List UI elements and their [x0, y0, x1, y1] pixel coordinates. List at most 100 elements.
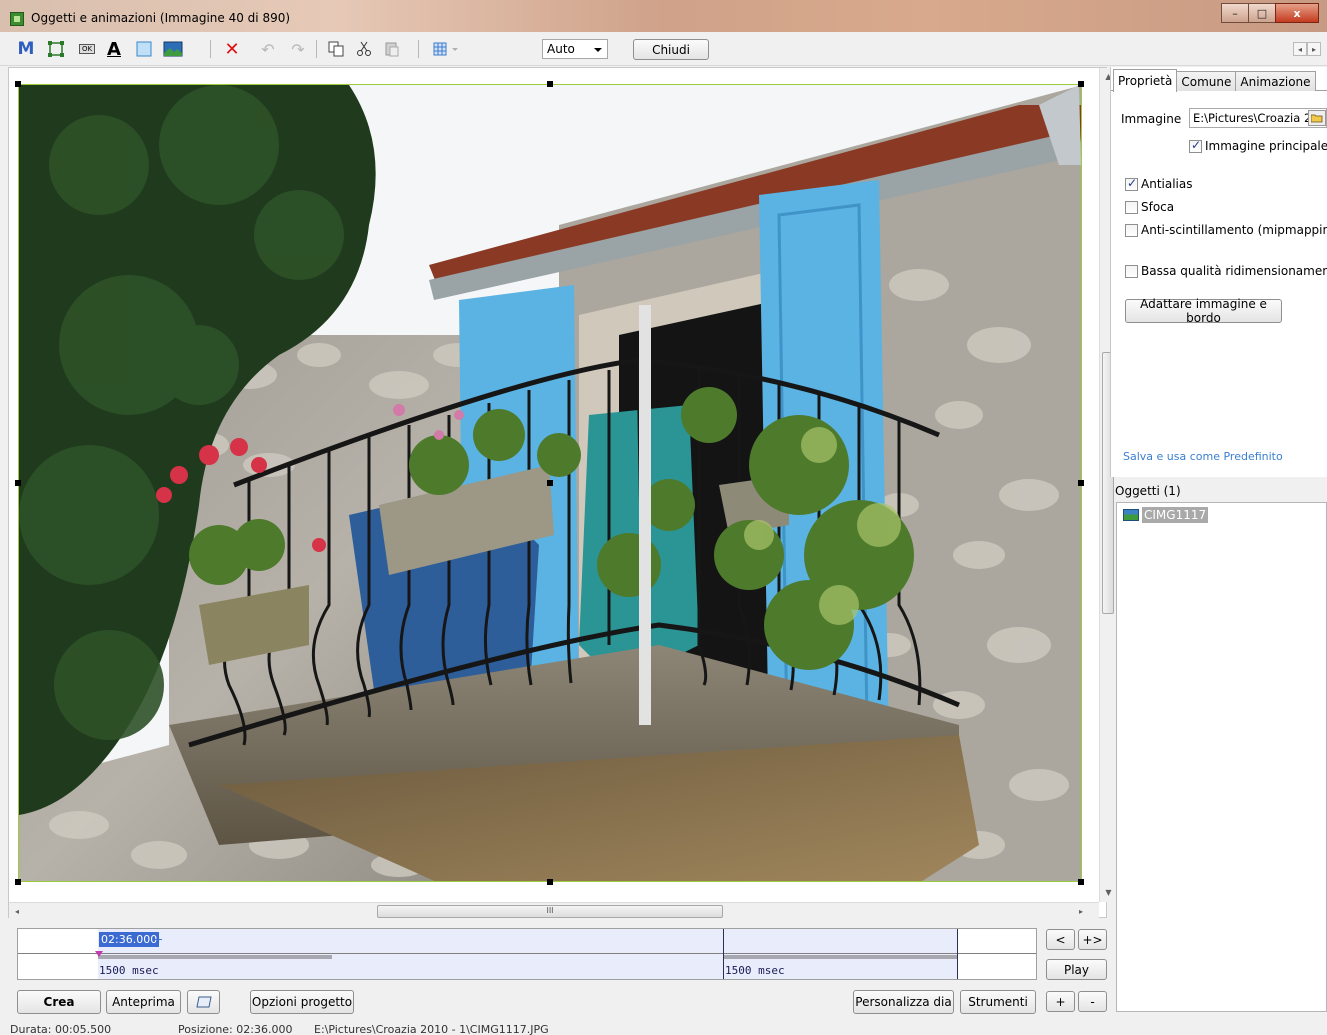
window-controls: – □ x — [1221, 3, 1319, 23]
zoom-out-button[interactable]: - — [1078, 991, 1107, 1012]
close-button[interactable]: Chiudi — [633, 39, 709, 60]
antialias-checkbox[interactable]: Antialias — [1125, 176, 1193, 191]
current-time-label: 02:36.000 — [99, 932, 160, 947]
toolbar-separator — [418, 40, 419, 58]
timeline-slide-band — [98, 929, 958, 979]
resize-handle[interactable] — [547, 879, 553, 885]
antialias-label: Antialias — [1141, 177, 1193, 191]
scroll-left-icon[interactable]: ◂ — [9, 903, 25, 920]
status-duration: Durata: 00:05.500 — [10, 1023, 112, 1035]
nav-left-icon[interactable]: ◂ — [1293, 42, 1307, 56]
timeline[interactable]: 02:36.000 + 1500 msec 1500 msec — [17, 928, 1037, 980]
zoom-select-value: Auto — [547, 42, 575, 56]
object-label: CIMG1117 — [1142, 507, 1209, 523]
maximize-icon[interactable]: □ — [1248, 3, 1276, 23]
checkbox-icon[interactable] — [1125, 200, 1138, 214]
close-icon[interactable]: x — [1275, 3, 1319, 23]
low-quality-checkbox[interactable]: Bassa qualità ridimensionamento — [1125, 264, 1327, 278]
checkbox-icon[interactable] — [1125, 264, 1138, 278]
text-icon[interactable]: A — [102, 38, 126, 60]
playhead-icon[interactable] — [95, 951, 103, 957]
customize-slide-button[interactable]: Personalizza dia — [853, 990, 954, 1014]
properties-tabs: Proprietà Comune Animazione — [1113, 69, 1316, 92]
resize-handle[interactable] — [15, 480, 21, 486]
image-label: Immagine — [1121, 112, 1182, 126]
cut-icon[interactable] — [352, 38, 376, 60]
status-position: Posizione: 02:36.000 — [178, 1023, 293, 1035]
play-button[interactable]: Play — [1046, 959, 1107, 980]
nav-right-icon[interactable]: ▸ — [1307, 42, 1321, 56]
resize-handle[interactable] — [1078, 879, 1084, 885]
resize-handle[interactable] — [1078, 81, 1084, 87]
toolbar: M OK A ✕ ↶ ↷ Auto Chiudi ◂ ▸ — [0, 32, 1327, 66]
tab-animation[interactable]: Animazione — [1235, 71, 1316, 91]
tab-properties[interactable]: Proprietà — [1113, 69, 1178, 92]
title-bar: Oggetti e animazioni (Immagine 40 di 890… — [0, 0, 1327, 32]
checkbox-checked-icon[interactable] — [1189, 138, 1202, 153]
tools-button[interactable]: Strumenti — [960, 990, 1036, 1014]
blur-checkbox[interactable]: Sfoca — [1125, 200, 1174, 214]
main-image-checkbox[interactable]: Immagine principale — [1189, 138, 1327, 153]
horizontal-scroll-thumb[interactable]: III — [377, 905, 723, 918]
scroll-right-icon[interactable]: ▸ — [1073, 903, 1089, 920]
mipmapping-label: Anti-scintillamento (mipmapping) — [1141, 223, 1327, 237]
redo-icon[interactable]: ↷ — [286, 38, 310, 60]
slide-view-icon — [195, 996, 212, 1008]
mask-icon[interactable]: M — [14, 38, 38, 60]
slide-view-button[interactable] — [187, 990, 220, 1014]
toolbar-separator — [210, 40, 211, 58]
image-icon[interactable] — [160, 38, 186, 60]
grid-icon[interactable] — [430, 38, 464, 60]
transition-bar — [98, 955, 332, 959]
image-icon — [1123, 509, 1139, 521]
create-button[interactable]: Crea — [17, 990, 101, 1014]
zoom-select[interactable]: Auto — [542, 39, 608, 59]
timeline-marker-line[interactable] — [957, 929, 958, 979]
window-title: Oggetti e animazioni (Immagine 40 di 890… — [31, 11, 291, 25]
tab-common[interactable]: Comune — [1176, 71, 1237, 91]
image-path-field[interactable]: E:\Pictures\Croazia 2010 - 1\CIMG1117.JP… — [1189, 108, 1327, 128]
minimize-icon[interactable]: – — [1221, 3, 1249, 23]
objects-title: Oggetti (1) — [1115, 484, 1181, 498]
project-options-button[interactable]: Opzioni progetto — [250, 990, 354, 1014]
status-bar: Durata: 00:05.500 Posizione: 02:36.000 E… — [0, 1022, 1327, 1035]
horizontal-scrollbar[interactable]: ◂ III ▸ — [9, 902, 1099, 919]
checkbox-checked-icon[interactable] — [1125, 176, 1138, 191]
chevron-down-icon — [594, 48, 602, 52]
fit-image-border-button[interactable]: Adattare immagine e bordo — [1125, 297, 1282, 325]
prev-keyframe-button[interactable]: < — [1046, 929, 1075, 950]
properties-panel: Proprietà Comune Animazione Immagine E:\… — [1110, 67, 1327, 477]
resize-handle[interactable] — [15, 81, 21, 87]
undo-icon[interactable]: ↶ — [256, 38, 280, 60]
timeline-divider — [18, 953, 1036, 954]
copy-icon[interactable] — [324, 38, 348, 60]
paste-icon[interactable] — [380, 38, 404, 60]
preview-button[interactable]: Anteprima — [106, 990, 181, 1014]
main-image-label: Immagine principale — [1205, 139, 1327, 153]
delete-icon[interactable]: ✕ — [220, 38, 244, 60]
add-keyframe-icon[interactable]: + — [154, 933, 163, 946]
resize-handle[interactable] — [1078, 480, 1084, 486]
center-handle[interactable] — [547, 480, 553, 486]
blur-label: Sfoca — [1141, 200, 1175, 214]
list-item[interactable]: CIMG1117 — [1123, 507, 1209, 523]
folder-open-icon[interactable] — [1308, 110, 1326, 126]
mipmapping-checkbox[interactable]: Anti-scintillamento (mipmapping) — [1125, 223, 1327, 237]
zoom-in-button[interactable]: + — [1046, 991, 1075, 1012]
left-duration-label: 1500 msec — [99, 964, 159, 977]
timeline-marker-line[interactable] — [723, 929, 724, 979]
button-icon-label: OK — [78, 44, 96, 54]
checkbox-icon[interactable] — [1125, 223, 1138, 237]
scroll-down-icon[interactable]: ▼ — [1100, 884, 1117, 900]
right-duration-label: 1500 msec — [725, 964, 785, 977]
rectangle-icon[interactable] — [44, 38, 68, 60]
next-keyframe-button[interactable]: +> — [1078, 929, 1107, 950]
low-quality-label: Bassa qualità ridimensionamento — [1141, 264, 1327, 278]
save-default-link[interactable]: Salva e usa come Predefinito — [1123, 450, 1283, 463]
frame-icon[interactable] — [132, 38, 156, 60]
resize-handle[interactable] — [547, 81, 553, 87]
panel-nav: ◂ ▸ — [1293, 42, 1321, 56]
resize-handle[interactable] — [15, 879, 21, 885]
button-icon[interactable]: OK — [74, 38, 100, 60]
app-icon — [10, 12, 24, 26]
